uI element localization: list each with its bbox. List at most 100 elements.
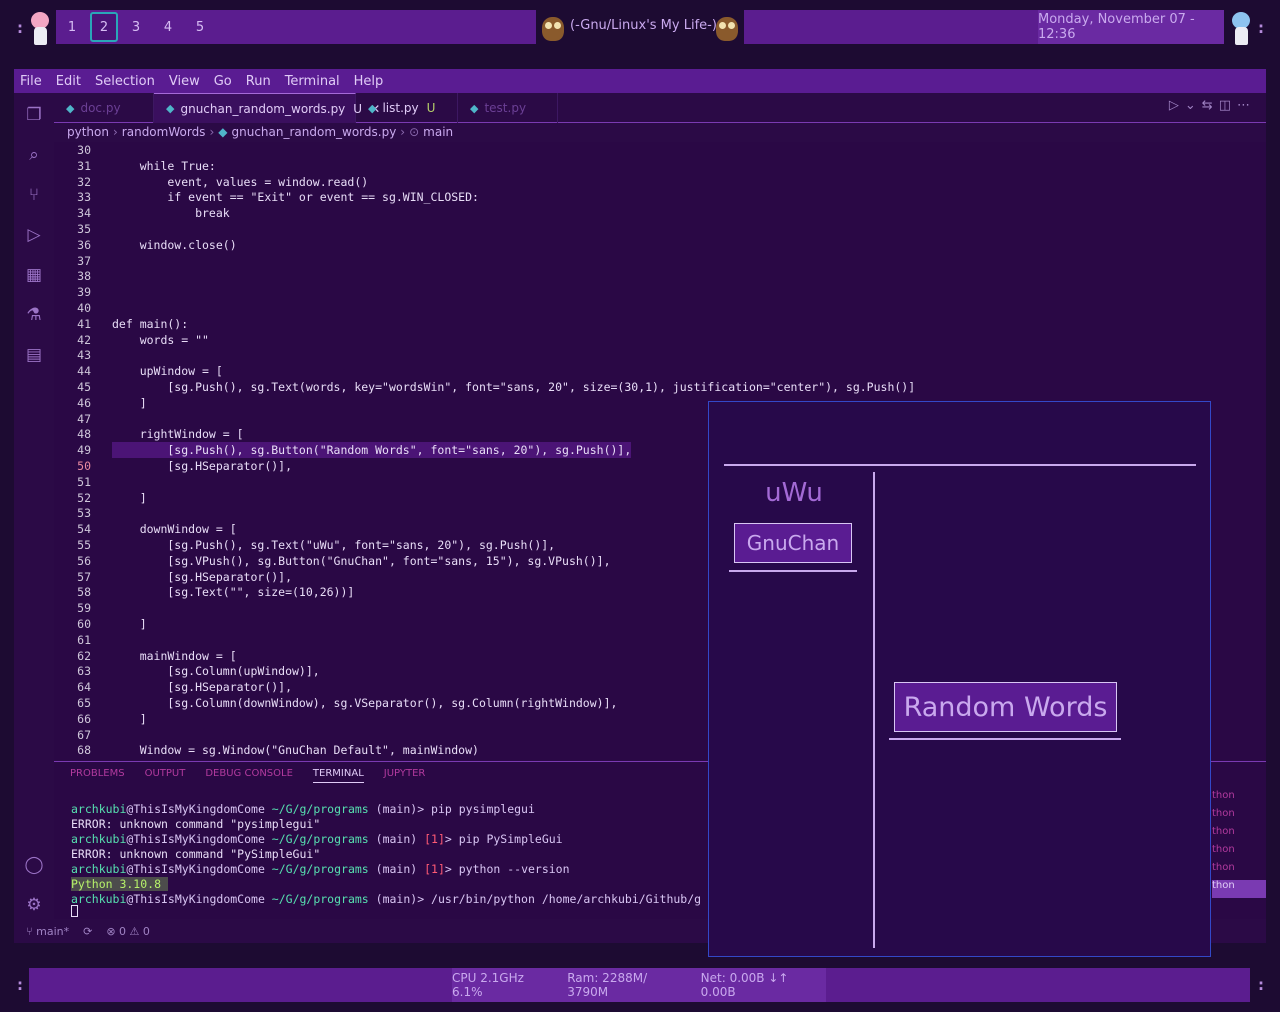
menu-run[interactable]: Run [246, 74, 271, 89]
line-number: 51 [77, 474, 91, 489]
terminal-line: archkubi@ThisIsMyKingdomCome ~/G/g/progr… [71, 802, 535, 816]
code-text: ] [112, 395, 147, 410]
menu-file[interactable]: File [20, 74, 42, 89]
run-icon[interactable]: ▷ [1169, 98, 1185, 113]
terminal-list-item[interactable]: thon [1212, 826, 1266, 844]
line-number: 50 [77, 459, 91, 473]
cpu-usage: CPU 2.1GHz 6.1% [452, 971, 524, 999]
search-icon[interactable]: ⌕ [24, 145, 44, 165]
line-number: 60 [77, 617, 91, 631]
breadcrumb-item[interactable]: gnuchan_random_words.py [231, 125, 396, 139]
tab-list-py[interactable]: ◆ list.py U [356, 93, 458, 123]
run-debug-icon[interactable]: ▷ [24, 225, 44, 245]
tab-output[interactable]: OUTPUT [145, 768, 186, 783]
line-number: 57 [77, 569, 91, 584]
code-text: [sg.Column(upWindow)], [112, 664, 320, 679]
code-text: [sg.Column(downWindow), sg.VSeparator(),… [112, 696, 618, 710]
activity-bar: ❐ ⌕ ⑂ ▷ ▦ ⚗ ▤ ◯ ⚙ [14, 93, 54, 919]
compare-icon[interactable]: ⇆ [1202, 98, 1219, 113]
tab-debug-console[interactable]: DEBUG CONSOLE [205, 768, 293, 783]
line-number: 63 [77, 664, 91, 679]
breadcrumb-item[interactable]: main [423, 125, 453, 139]
more-icon[interactable]: ⋯ [1237, 98, 1256, 113]
workspace-5[interactable]: 5 [184, 10, 216, 44]
line-number: 35 [77, 222, 91, 236]
line-number: 42 [77, 332, 91, 347]
python-file-icon: ◆ [218, 125, 228, 139]
tab-test-py[interactable]: ◆ test.py [458, 93, 558, 123]
line-number: 38 [77, 269, 91, 284]
code-text: [sg.HSeparator()], [112, 459, 293, 473]
line-number: 37 [77, 253, 91, 268]
code-line: 34 break [54, 205, 1266, 221]
code-text: mainWindow = [ [112, 648, 237, 663]
line-number: 56 [77, 553, 91, 568]
chevron-down-icon[interactable]: ⌄ [1185, 98, 1202, 113]
code-text: rightWindow = [ [112, 427, 244, 442]
workspace-2[interactable]: 2 [88, 10, 120, 44]
menubar: File Edit Selection View Go Run Terminal… [14, 69, 1266, 93]
workspace-3[interactable]: 3 [120, 10, 152, 44]
terminal-list-item[interactable]: thon [1212, 844, 1266, 862]
tab-doc-py[interactable]: ◆ doc.py [54, 93, 154, 123]
code-text: Window = sg.Window("GnuChan Default", ma… [112, 743, 479, 758]
terminal-list-item[interactable]: thon [1212, 790, 1266, 808]
tab-jupyter[interactable]: JUPYTER [384, 768, 426, 783]
terminal-line: archkubi@ThisIsMyKingdomCome ~/G/g/progr… [71, 862, 570, 876]
line-number: 55 [77, 538, 91, 552]
code-text: words = "" [112, 332, 209, 347]
gnuchan-button[interactable]: GnuChan [734, 523, 852, 563]
workspace-4[interactable]: 4 [152, 10, 184, 44]
line-number: 43 [77, 348, 91, 363]
line-number: 68 [77, 743, 91, 758]
separator-colon: : [1258, 976, 1264, 994]
tab-problems[interactable]: PROBLEMS [70, 768, 125, 783]
testing-icon[interactable]: ⚗ [24, 305, 44, 325]
line-number: 46 [77, 395, 91, 410]
separator-colon: : [17, 19, 23, 37]
menu-selection[interactable]: Selection [95, 74, 155, 89]
problems-status[interactable]: ⊗ 0 ⚠ 0 [106, 925, 150, 938]
code-line: 45 [sg.Push(), sg.Text(words, key="words… [54, 379, 1266, 395]
tab-terminal[interactable]: TERMINAL [312, 768, 364, 783]
gnu-mascot-icon [542, 15, 564, 41]
line-number: 52 [77, 490, 91, 505]
code-text: event, values = window.read() [112, 174, 369, 189]
line-number: 44 [77, 364, 91, 379]
random-words-button[interactable]: Random Words [894, 682, 1117, 732]
python-file-icon: ◆ [166, 102, 175, 115]
menu-view[interactable]: View [169, 74, 200, 89]
line-number: 30 [77, 143, 91, 157]
workspace-1[interactable]: 1 [56, 10, 88, 44]
menu-terminal[interactable]: Terminal [285, 74, 340, 89]
line-number: 39 [77, 285, 91, 300]
code-text: def main(): [112, 316, 189, 331]
extensions-icon[interactable]: ▦ [24, 265, 44, 285]
menu-go[interactable]: Go [214, 74, 232, 89]
files-icon[interactable]: ❐ [24, 105, 44, 125]
terminal-list-item[interactable]: thon [1212, 862, 1266, 880]
breadcrumb-item[interactable]: randomWords [122, 125, 206, 139]
account-icon[interactable]: ◯ [24, 855, 44, 875]
line-number: 53 [77, 506, 91, 521]
split-editor-icon[interactable]: ◫ [1219, 98, 1237, 113]
code-text: [sg.Push(), sg.Button("Random Words", fo… [112, 442, 632, 459]
uwu-label: uWu [765, 478, 823, 508]
branch-status[interactable]: ⑂ main* [26, 925, 69, 938]
anime-mascot-icon [28, 12, 52, 46]
breadcrumb-item[interactable]: python [67, 125, 109, 139]
terminal-list-item[interactable]: thon [1212, 808, 1266, 826]
source-control-icon[interactable]: ⑂ [24, 185, 44, 205]
sync-icon[interactable]: ⟳ [83, 925, 92, 938]
code-line: 33 if event == "Exit" or event == sg.WIN… [54, 189, 1266, 205]
bottombar-filler [826, 968, 1250, 1002]
menu-help[interactable]: Help [354, 74, 384, 89]
settings-gear-icon[interactable]: ⚙ [24, 895, 44, 915]
code-text: ] [112, 711, 147, 726]
python-file-icon: ◆ [368, 101, 377, 115]
menu-edit[interactable]: Edit [56, 74, 81, 89]
tab-gnuchan-random-words[interactable]: ◆ gnuchan_random_words.py U ✕ [154, 93, 380, 123]
terminal-list-item[interactable]: thon [1212, 880, 1266, 898]
notebook-icon[interactable]: ▤ [24, 345, 44, 365]
panel-tabs: PROBLEMS OUTPUT DEBUG CONSOLE TERMINAL J… [70, 768, 425, 783]
